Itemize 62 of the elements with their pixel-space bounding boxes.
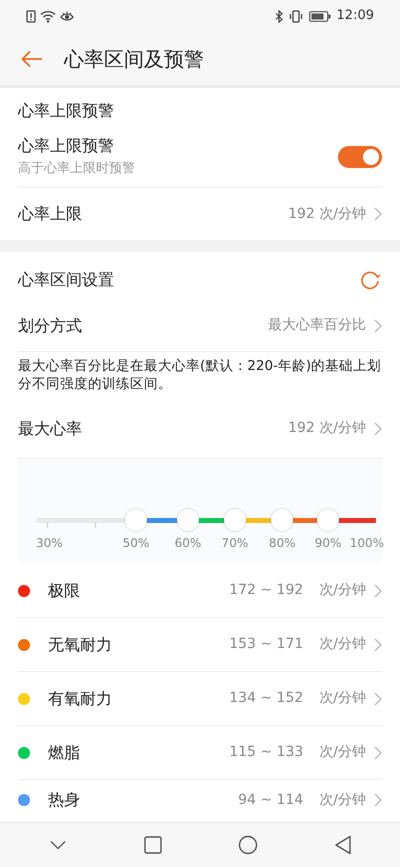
percent-label: 70% bbox=[222, 535, 248, 552]
slider-handle[interactable] bbox=[271, 509, 294, 531]
chevron-down-icon bbox=[50, 840, 66, 850]
zone-name: 无氧耐力 bbox=[48, 634, 112, 656]
zone-row[interactable]: 热身 94 ~ 114 次/分钟 bbox=[18, 780, 382, 820]
percent-label: 90% bbox=[314, 535, 342, 552]
section-title: 心率区间设置 bbox=[18, 269, 114, 291]
zone-name: 有氧耐力 bbox=[48, 688, 112, 710]
wifi-icon bbox=[40, 10, 56, 22]
zone-unit: 次/分钟 bbox=[319, 581, 366, 600]
percent-label: 80% bbox=[268, 535, 296, 552]
vibrate-icon bbox=[288, 10, 303, 22]
setting-label: 心率上限预警 bbox=[18, 135, 115, 158]
chevron-icon bbox=[374, 207, 382, 221]
zone-unit: 次/分钟 bbox=[319, 790, 366, 810]
chevron-icon bbox=[374, 584, 382, 598]
zone-range: 115 ~ 133 bbox=[229, 743, 304, 762]
zone-range: 172 ~ 192 bbox=[229, 581, 304, 600]
zone-unit: 次/分钟 bbox=[319, 635, 366, 654]
chevron-icon bbox=[374, 793, 382, 807]
chevron-icon bbox=[374, 422, 382, 436]
zone-unit: 次/分钟 bbox=[319, 743, 366, 762]
toggle-switch[interactable] bbox=[338, 146, 382, 168]
back-arrow-icon bbox=[21, 50, 43, 68]
description-text: 最大心率百分比是在最大心率(默认：220-年龄)的基础上划分不同强度的训练区间。 bbox=[18, 357, 382, 393]
clock-time: 12:09 bbox=[336, 7, 374, 26]
setting-hint: 高于心率上限时预警 bbox=[18, 160, 135, 178]
zone-row[interactable]: 极限 172 ~ 192 次/分钟 bbox=[18, 564, 382, 618]
slider-handle[interactable] bbox=[124, 509, 147, 531]
list-item[interactable]: 划分方式 最大心率百分比 bbox=[18, 300, 382, 352]
chevron-icon bbox=[374, 318, 382, 332]
refresh-icon bbox=[359, 269, 381, 291]
page-title: 心率区间及预警 bbox=[64, 46, 204, 72]
zone-name: 热身 bbox=[48, 789, 80, 811]
slider-handle[interactable] bbox=[317, 509, 340, 531]
chevron-icon bbox=[374, 692, 382, 706]
slider-handle[interactable] bbox=[176, 509, 199, 531]
zone-name: 燃脂 bbox=[48, 742, 80, 764]
zone-row[interactable]: 燃脂 115 ~ 133 次/分钟 bbox=[18, 726, 382, 780]
zone-row[interactable]: 无氧耐力 153 ~ 171 次/分钟 bbox=[18, 618, 382, 672]
sim-alert-icon bbox=[26, 10, 36, 22]
triangle-icon bbox=[334, 835, 352, 855]
section-title: 心率上限预警 bbox=[18, 100, 115, 122]
zone-unit: 次/分钟 bbox=[319, 689, 366, 708]
zone-range: 94 ~ 114 bbox=[238, 790, 304, 810]
circle-icon bbox=[238, 835, 258, 855]
eye-icon bbox=[60, 10, 74, 22]
battery-icon bbox=[308, 10, 331, 22]
square-icon bbox=[144, 836, 162, 854]
percent-label: 100% bbox=[350, 535, 384, 552]
bluetooth-icon bbox=[274, 10, 283, 22]
slider-handle[interactable] bbox=[224, 509, 246, 531]
percent-label: 30% bbox=[36, 535, 63, 552]
chevron-icon bbox=[374, 638, 382, 652]
zone-name: 极限 bbox=[48, 580, 80, 602]
percent-label: 60% bbox=[174, 535, 202, 552]
zone-row[interactable]: 有氧耐力 134 ~ 152 次/分钟 bbox=[18, 672, 382, 726]
chevron-icon bbox=[374, 746, 382, 760]
list-item[interactable]: 心率上限 192 次/分钟 bbox=[18, 188, 382, 240]
zone-range: 153 ~ 171 bbox=[229, 635, 304, 654]
percent-label: 50% bbox=[122, 535, 150, 552]
zone-range: 134 ~ 152 bbox=[229, 689, 304, 708]
